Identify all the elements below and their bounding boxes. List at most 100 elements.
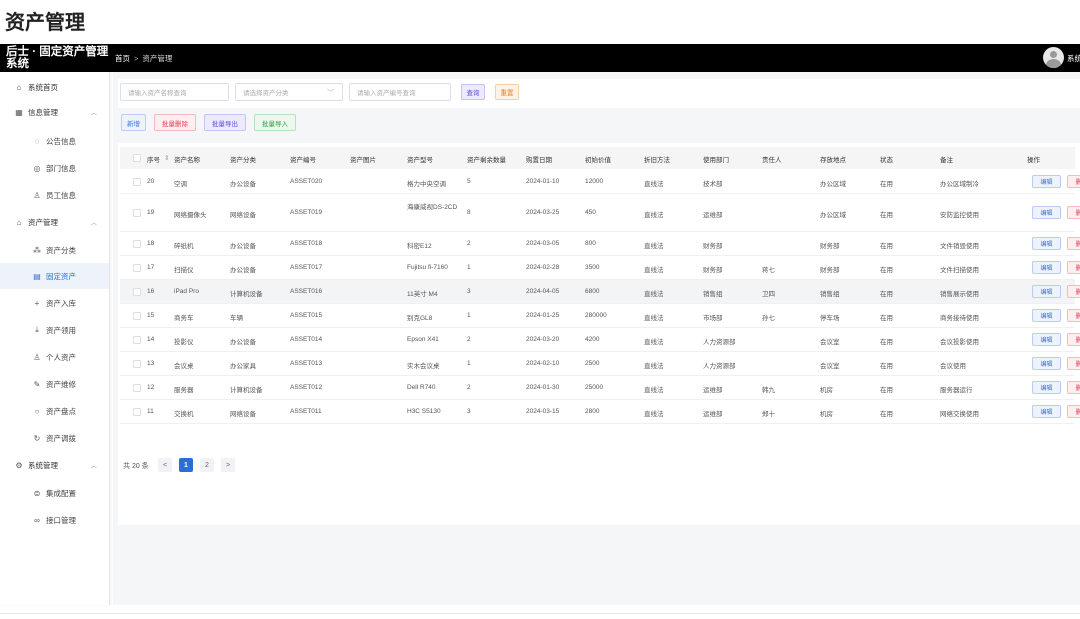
asset-code-search-input[interactable]: 请输入资产编号查询	[349, 83, 451, 101]
delete-button[interactable]: 删除	[1067, 285, 1080, 298]
row-checkbox[interactable]	[133, 177, 141, 186]
edit-button[interactable]: 编辑	[1032, 237, 1061, 250]
table-row[interactable]: 15 商务车 车辆 ASSET015 别克GL8 1 2024-01-25 280000 直线法…	[120, 304, 1080, 328]
reset-button[interactable]: 重置	[495, 84, 519, 100]
sidebar-item-4[interactable]: ♙ 员工信息	[0, 182, 109, 208]
row-checkbox[interactable]	[133, 264, 141, 272]
delete-button[interactable]: 删除	[1067, 174, 1080, 188]
edit-button[interactable]: 编辑	[1032, 261, 1061, 274]
cell-12: 办公区域	[820, 180, 846, 188]
next-page-button[interactable]: >	[221, 458, 235, 472]
cell-9: 直线法	[644, 212, 664, 219]
page-2-button[interactable]: 2	[200, 458, 214, 472]
cell-1: 服务器	[174, 387, 194, 394]
cell-5: 海康威视DS-2CD	[407, 204, 458, 211]
avatar[interactable]	[1043, 47, 1064, 68]
sidebar-item-0[interactable]: ⌂ 系统首页	[0, 74, 109, 100]
table-row[interactable]: 16 iPad Pro 计算机设备 ASSET016 11英寸 M4 3 2024-04-0…	[120, 280, 1080, 304]
delete-button[interactable]: 删除	[1067, 333, 1080, 346]
batch-import-button[interactable]: 批量导入	[254, 114, 296, 131]
row-checkbox[interactable]	[133, 336, 141, 344]
delete-button[interactable]: 删除	[1067, 237, 1080, 250]
sidebar-item-14[interactable]: ⚙ 系统管理 ︿	[0, 452, 109, 478]
table-row[interactable]: 20 空调 办公设备 ASSET020 格力中央空调 5 2024-01-10 12000 直线…	[120, 169, 1080, 194]
column-header-12: 存放地点	[820, 157, 846, 164]
sort-icon[interactable]: ⇕	[164, 154, 169, 162]
sidebar-item-label: 系统首页	[28, 82, 58, 92]
row-checkbox[interactable]	[133, 209, 141, 217]
delete-button[interactable]: 删除	[1067, 261, 1080, 274]
edit-button[interactable]: 编辑	[1032, 309, 1061, 322]
sidebar-item-6[interactable]: ⁂ 资产分类	[0, 237, 109, 263]
sidebar-item-label: 系统管理	[28, 460, 58, 470]
edit-button[interactable]: 编辑	[1032, 381, 1061, 394]
delete-button[interactable]: 删除	[1067, 357, 1080, 370]
edit-button[interactable]: 编辑	[1032, 174, 1061, 188]
batch-delete-button[interactable]: 批量删除	[154, 114, 196, 131]
edit-button[interactable]: 编辑	[1032, 333, 1061, 346]
delete-button[interactable]: 删除	[1067, 381, 1080, 394]
cell-6: 1	[467, 360, 471, 367]
sidebar-item-2[interactable]: ◌ 公告信息	[0, 128, 109, 154]
sidebar-item-12[interactable]: ○ 资产盘点	[0, 398, 109, 424]
cell-3: ASSET015	[290, 312, 323, 319]
cell-12: 停车场	[820, 315, 840, 322]
delete-button[interactable]: 删除	[1067, 206, 1080, 219]
breadcrumb-current: 资产管理	[142, 54, 173, 63]
cell-14: 销售展示使用	[940, 291, 979, 298]
delete-button[interactable]: 删除	[1067, 309, 1080, 322]
table-row[interactable]: 19 网络摄像头 网络设备 ASSET019 海康威视DS-2CD 8 2024-03-25…	[120, 194, 1080, 232]
sidebar-item-10[interactable]: ♙ 个人资产	[0, 344, 109, 370]
sidebar-item-15[interactable]: ⊜ 集成配置	[0, 480, 109, 506]
cell-0: 13	[147, 360, 155, 367]
edit-button[interactable]: 编辑	[1032, 206, 1061, 219]
cell-1: 网络摄像头	[174, 212, 207, 219]
table-row[interactable]: 18 碎纸机 办公设备 ASSET018 科密E12 2 2024-03-05 800 直线法 财…	[120, 232, 1080, 256]
row-checkbox[interactable]	[133, 312, 141, 320]
cell-10: 财务部	[703, 267, 723, 274]
sidebar-item-1[interactable]: ▦ 信息管理 ︿	[0, 99, 109, 125]
table-row[interactable]: 13 会议桌 办公家具 ASSET013 实木会议桌 1 2024-02-10 2500 直线法…	[120, 352, 1080, 376]
sidebar-item-8[interactable]: + 资产入库	[0, 290, 109, 316]
asset-name-search-input[interactable]: 请输入资产名称查询	[120, 83, 229, 101]
cell-9: 直线法	[644, 339, 664, 346]
username[interactable]: 系统	[1067, 53, 1080, 64]
select-all-checkbox[interactable]	[133, 154, 141, 162]
edit-button[interactable]: 编辑	[1032, 357, 1061, 370]
column-header-0[interactable]: 序号	[147, 154, 160, 164]
delete-button[interactable]: 删除	[1067, 405, 1080, 418]
row-checkbox[interactable]	[133, 408, 141, 416]
prev-page-button[interactable]: <	[158, 458, 172, 472]
row-checkbox[interactable]	[133, 240, 141, 248]
sidebar-item-7[interactable]: ▤ 固定资产	[0, 263, 109, 289]
table-row[interactable]: 11 交换机 网络设备 ASSET011 H3C S5130 3 2024-03-15 280…	[120, 400, 1080, 424]
cell-12: 会议室	[820, 363, 840, 370]
sidebar-item-label: 集成配置	[46, 488, 76, 498]
cell-9: 直线法	[644, 363, 664, 370]
sidebar-item-5[interactable]: ⌂ 资产管理 ︿	[0, 209, 109, 235]
table-row[interactable]: 12 服务器 计算机设备 ASSET012 Dell R740 2 2024-01-30 25…	[120, 376, 1080, 400]
sidebar-item-13[interactable]: ↻ 资产调拨	[0, 425, 109, 451]
add-button[interactable]: 新增	[121, 114, 146, 131]
breadcrumb-home[interactable]: 首页	[115, 54, 130, 63]
row-checkbox[interactable]	[133, 360, 141, 368]
sidebar-item-3[interactable]: ◎ 部门信息	[0, 155, 109, 181]
page-1-button[interactable]: 1	[179, 458, 193, 472]
column-header-13: 状态	[880, 157, 893, 164]
table-row[interactable]: 17 扫描仪 办公设备 ASSET017 Fujitsu fi-7160 1 2024-02…	[120, 256, 1080, 280]
edit-button[interactable]: 编辑	[1032, 285, 1061, 298]
edit-button[interactable]: 编辑	[1032, 405, 1061, 418]
table-row[interactable]: 14 投影仪 办公设备 ASSET014 Epson X41 2 2024-03-20 420…	[120, 328, 1080, 352]
sidebar-item-9[interactable]: ⤓ 资产领用	[0, 317, 109, 343]
row-checkbox[interactable]	[133, 288, 141, 296]
cell-14: 网络交换使用	[940, 411, 979, 418]
sidebar-item-11[interactable]: ✎ 资产维修	[0, 371, 109, 397]
query-button[interactable]: 查询	[461, 84, 485, 100]
asset-category-select[interactable]: 请选择资产分类 ﹀	[235, 83, 343, 101]
cell-1: iPad Pro	[174, 288, 199, 295]
cell-2: 计算机设备	[230, 387, 263, 394]
cell-6: 8	[467, 209, 471, 216]
sidebar-item-16[interactable]: ∞ 接口管理	[0, 507, 109, 533]
row-checkbox[interactable]	[133, 384, 141, 392]
batch-export-button[interactable]: 批量导出	[204, 114, 246, 131]
